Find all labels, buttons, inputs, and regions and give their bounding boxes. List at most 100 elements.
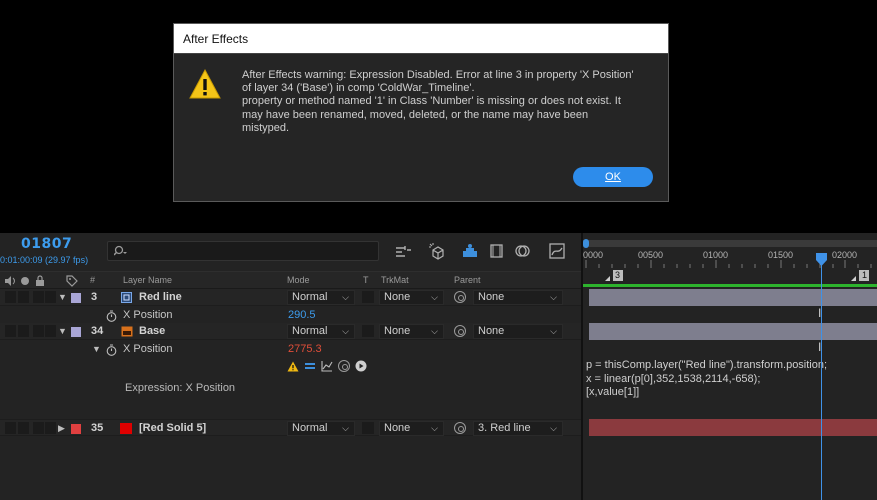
lock-switch[interactable] bbox=[45, 325, 56, 337]
precomp-icon bbox=[121, 292, 132, 303]
label-color-swatch[interactable] bbox=[71, 424, 81, 434]
layer-row[interactable]: ▼ 3 Red line Normal ⌵ None ⌵ None ⌵ bbox=[0, 289, 581, 306]
video-switch[interactable] bbox=[5, 291, 16, 303]
layer-marker-label: 3 bbox=[615, 270, 621, 280]
column-parent-header[interactable]: Parent bbox=[454, 275, 481, 285]
label-color-swatch[interactable] bbox=[71, 327, 81, 337]
preserve-transparency-toggle[interactable] bbox=[362, 422, 374, 434]
lock-icon[interactable] bbox=[35, 275, 45, 287]
layer-search-input[interactable] bbox=[107, 241, 379, 261]
solo-icon[interactable] bbox=[20, 276, 30, 286]
column-mode-header[interactable]: Mode bbox=[287, 275, 310, 285]
track-matte-select[interactable]: None ⌵ bbox=[379, 421, 444, 436]
collapse-triangle-icon[interactable]: ▶ bbox=[58, 423, 65, 434]
expand-triangle-icon[interactable]: ▼ bbox=[92, 344, 101, 354]
blend-mode-select[interactable]: Normal ⌵ bbox=[287, 421, 355, 436]
blend-mode-select[interactable]: Normal ⌵ bbox=[287, 324, 355, 339]
track-matte-select[interactable]: None ⌵ bbox=[379, 290, 444, 305]
expression-pickwhip-icon[interactable] bbox=[338, 360, 350, 372]
dialog-message-line: property or method named '1' in Class 'N… bbox=[242, 95, 621, 108]
layer-number: 34 bbox=[91, 325, 104, 337]
preserve-transparency-toggle[interactable] bbox=[362, 325, 374, 337]
expand-triangle-icon[interactable]: ▼ bbox=[58, 292, 67, 302]
property-name: X Position bbox=[123, 343, 173, 355]
ruler-tick-label: 0000 bbox=[583, 250, 604, 260]
property-name: X Position bbox=[123, 309, 173, 321]
dialog-message-line: After Effects warning: Expression Disabl… bbox=[242, 69, 634, 81]
preserve-transparency-toggle[interactable] bbox=[362, 291, 374, 303]
property-row: ▼ X Position 2775.3 bbox=[0, 341, 581, 358]
chevron-down-icon: ⌵ bbox=[550, 423, 557, 433]
motion-blur-icon[interactable] bbox=[513, 241, 533, 261]
property-value-disabled[interactable]: 2775.3 bbox=[288, 343, 322, 355]
stopwatch-icon[interactable] bbox=[106, 344, 117, 356]
layer-name[interactable]: Base bbox=[139, 325, 165, 337]
dialog-message-line: may have been renamed, moved, deleted, o… bbox=[242, 108, 589, 121]
solo-switch[interactable] bbox=[33, 325, 44, 337]
warning-dialog: After Effects After Effects warning: Exp… bbox=[173, 23, 669, 202]
property-value[interactable]: 290.5 bbox=[288, 309, 316, 321]
chevron-down-icon: ⌵ bbox=[550, 326, 557, 336]
lock-switch[interactable] bbox=[45, 422, 56, 434]
parent-pickwhip-icon[interactable] bbox=[454, 422, 466, 434]
solo-switch[interactable] bbox=[33, 291, 44, 303]
current-time-display[interactable]: 01807 bbox=[21, 236, 72, 252]
lock-switch[interactable] bbox=[45, 291, 56, 303]
ruler-tick-label: 01000 bbox=[703, 250, 729, 260]
expression-language-menu-icon[interactable] bbox=[355, 360, 367, 372]
warning-icon bbox=[189, 68, 221, 99]
draft-3d-icon[interactable] bbox=[427, 241, 447, 261]
chevron-down-icon: ⌵ bbox=[431, 292, 438, 302]
track-matte-select[interactable]: None ⌵ bbox=[379, 324, 444, 339]
expression-error-icon[interactable] bbox=[287, 361, 299, 372]
parent-select[interactable]: None ⌵ bbox=[473, 324, 563, 339]
expression-label-row: Expression: X Position bbox=[0, 380, 581, 397]
dialog-message-line: of layer 34 ('Base') in comp 'ColdWar_Ti… bbox=[242, 82, 475, 95]
ruler-tick-label: 00500 bbox=[638, 250, 664, 260]
audio-switch[interactable] bbox=[18, 325, 29, 337]
parent-select[interactable]: None ⌵ bbox=[473, 290, 563, 305]
graph-editor-icon[interactable] bbox=[547, 241, 567, 261]
audio-switch[interactable] bbox=[18, 291, 29, 303]
label-color-swatch[interactable] bbox=[71, 293, 81, 303]
column-trkmat-header[interactable]: TrkMat bbox=[381, 275, 409, 285]
solo-switch[interactable] bbox=[33, 422, 44, 434]
expression-graph-icon[interactable] bbox=[321, 360, 333, 372]
ok-button[interactable]: OK bbox=[573, 167, 653, 187]
parent-pickwhip-icon[interactable] bbox=[454, 325, 466, 337]
layer-duration-bar[interactable] bbox=[589, 289, 877, 306]
parent-select[interactable]: 3. Red line ⌵ bbox=[473, 421, 563, 436]
shy-layers-icon[interactable] bbox=[460, 241, 480, 261]
blend-mode-select[interactable]: Normal ⌵ bbox=[287, 290, 355, 305]
layer-row[interactable]: ▶ 35 [Red Solid 5] Normal ⌵ None ⌵ 3. Red … bbox=[0, 419, 581, 436]
layer-number: 35 bbox=[91, 422, 104, 434]
column-t-header[interactable]: T bbox=[363, 275, 369, 285]
layer-name[interactable]: Red line bbox=[139, 291, 182, 303]
current-time-indicator-head[interactable] bbox=[816, 253, 827, 266]
video-switch[interactable] bbox=[5, 422, 16, 434]
comp-mini-flowchart-icon[interactable] bbox=[393, 241, 413, 261]
audio-icon[interactable] bbox=[4, 275, 16, 287]
column-number-header[interactable]: # bbox=[90, 275, 95, 285]
dialog-message-line: mistyped. bbox=[242, 121, 290, 134]
layer-row[interactable]: ▼ 34 Base Normal ⌵ None ⌵ None ⌵ bbox=[0, 323, 581, 340]
expression-controls-row bbox=[0, 358, 581, 375]
audio-switch[interactable] bbox=[18, 422, 29, 434]
expression-enable-icon[interactable] bbox=[304, 361, 316, 372]
frame-blending-icon[interactable] bbox=[487, 241, 507, 261]
label-tag-icon[interactable] bbox=[66, 275, 78, 287]
chevron-down-icon: ⌵ bbox=[431, 423, 438, 433]
column-layer-name-header[interactable]: Layer Name bbox=[123, 275, 172, 285]
dialog-title[interactable]: After Effects bbox=[174, 24, 668, 54]
timeline-panel: 01807 0:01:00:09 (29.97 fps) # Layer Nam… bbox=[0, 233, 877, 500]
layer-duration-bar[interactable] bbox=[589, 419, 877, 436]
layer-outline-panel: 01807 0:01:00:09 (29.97 fps) # Layer Nam… bbox=[0, 233, 581, 500]
layer-duration-bar[interactable] bbox=[589, 323, 877, 340]
stopwatch-icon[interactable] bbox=[106, 310, 117, 322]
expression-code-field[interactable]: p = thisComp.layer("Red line").transform… bbox=[586, 359, 827, 400]
video-switch[interactable] bbox=[5, 325, 16, 337]
expand-triangle-icon[interactable]: ▼ bbox=[58, 326, 67, 336]
time-ruler[interactable]: 0000 00500 01000 01500 02000 3 1 bbox=[583, 240, 877, 288]
layer-name[interactable]: [Red Solid 5] bbox=[139, 422, 206, 434]
parent-pickwhip-icon[interactable] bbox=[454, 291, 466, 303]
